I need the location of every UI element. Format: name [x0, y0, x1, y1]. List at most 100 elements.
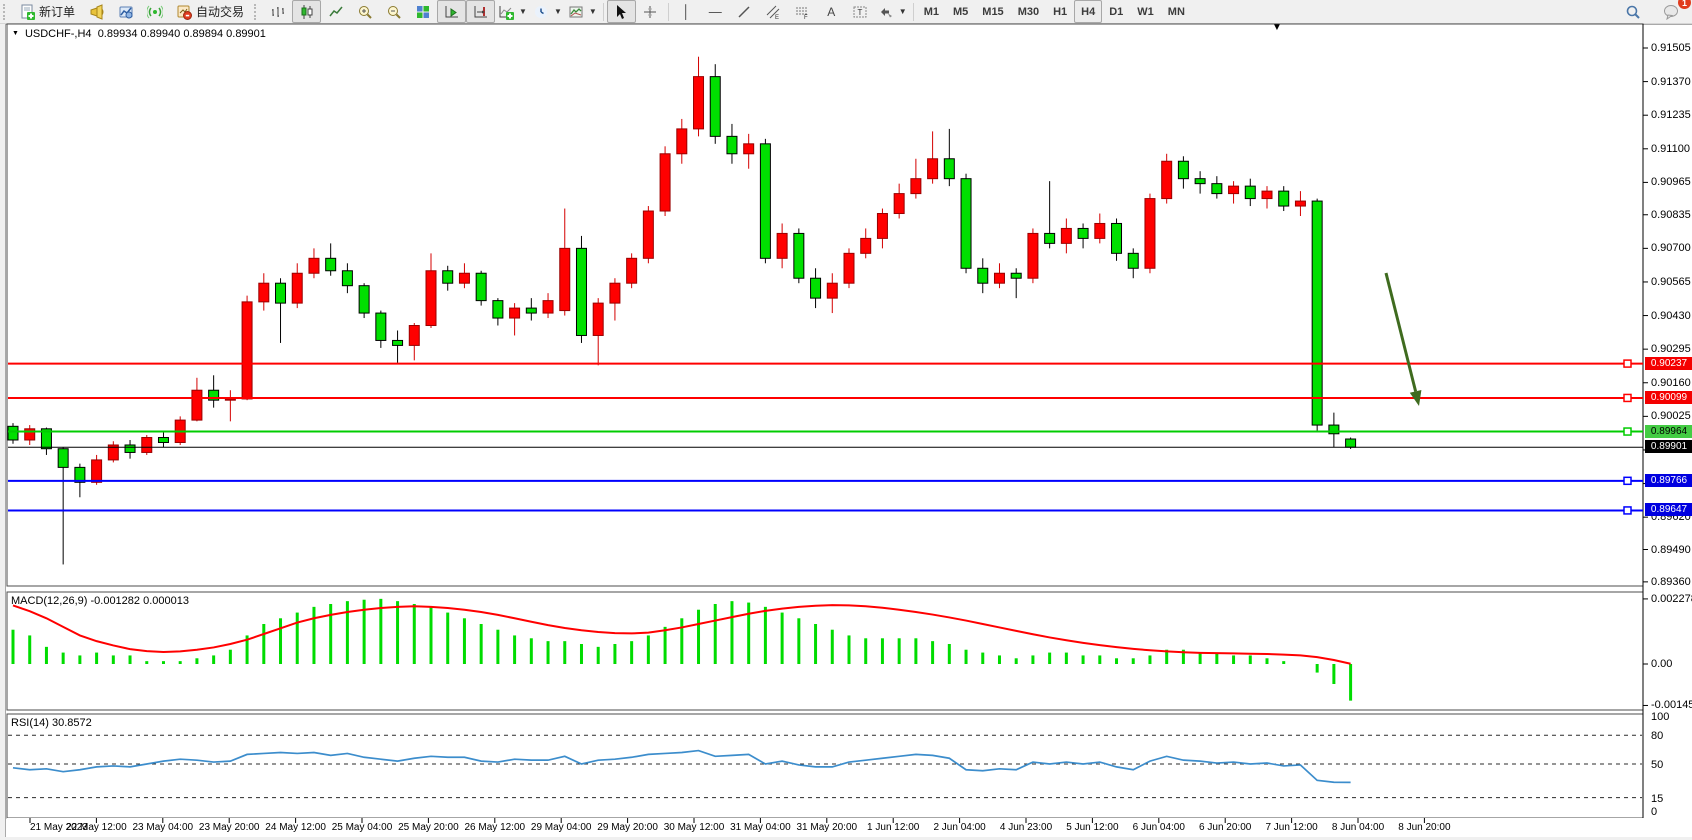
- macd-histogram-bar: [346, 601, 349, 664]
- rsi-axis-label: 0: [1651, 806, 1657, 818]
- candle-body: [1346, 439, 1356, 447]
- macd-main-value: -0.001282: [90, 595, 140, 607]
- macd-histogram-bar: [948, 644, 951, 664]
- macd-histogram-bar: [965, 650, 968, 664]
- time-tick-label: 8 Jun 04:00: [1332, 822, 1384, 833]
- hline-price-tag: 0.89964: [1645, 425, 1692, 438]
- candle-body: [526, 308, 536, 313]
- price-tick-label: 0.91100: [1651, 143, 1690, 155]
- hline-anchor-marker[interactable]: [1624, 428, 1631, 435]
- macd-label-row: MACD(12,26,9) -0.001282 0.000013: [11, 595, 189, 607]
- rsi-title: RSI(14): [11, 717, 49, 729]
- candle-body: [1279, 191, 1289, 206]
- hline-price-tag: 0.90237: [1645, 357, 1692, 370]
- chart-title: ▼ USDCHF-,H4 0.89934 0.89940 0.89894 0.89…: [12, 28, 266, 40]
- macd-histogram-bar: [931, 641, 934, 664]
- candle-body: [560, 248, 570, 310]
- candle-body: [861, 238, 871, 253]
- macd-histogram-bar: [145, 661, 148, 664]
- candle-body: [627, 258, 637, 283]
- symbol-dropdown-icon[interactable]: ▼: [12, 30, 19, 37]
- macd-histogram-bar: [95, 653, 98, 664]
- candle-body: [125, 445, 135, 452]
- macd-title: MACD(12,26,9): [11, 595, 87, 607]
- macd-histogram-bar: [781, 613, 784, 664]
- rsi-label-row: RSI(14) 30.8572: [11, 717, 92, 729]
- candle-body: [493, 301, 503, 318]
- candle-body: [694, 77, 704, 129]
- hline-anchor-marker[interactable]: [1624, 477, 1631, 484]
- hline-price-tag: 0.90099: [1645, 391, 1692, 404]
- candle-body: [1212, 184, 1222, 194]
- candle-body: [994, 273, 1004, 283]
- macd-histogram-bar: [112, 655, 115, 664]
- macd-histogram-bar: [480, 624, 483, 664]
- price-tick-label: 0.91370: [1651, 76, 1691, 88]
- candle-body: [58, 449, 68, 468]
- macd-histogram-bar: [547, 641, 550, 664]
- hline-anchor-marker[interactable]: [1624, 507, 1631, 514]
- hline-price-tag: 0.89766: [1645, 474, 1692, 487]
- candle-body: [242, 302, 252, 399]
- price-tick-label: 0.90965: [1651, 176, 1691, 188]
- price-tick-label: 0.91235: [1651, 109, 1691, 121]
- mt4-window: 新订单 自动交易: [0, 0, 1692, 840]
- macd-histogram-bar: [1215, 653, 1218, 664]
- candle-body: [393, 340, 403, 345]
- macd-histogram-bar: [1332, 664, 1335, 684]
- ohlc-values: 0.89934 0.89940 0.89894 0.89901: [98, 28, 266, 40]
- candle-body: [844, 253, 854, 283]
- rsi-value: 30.8572: [52, 717, 92, 729]
- time-tick-label: 23 May 04:00: [132, 822, 193, 833]
- time-tick-label: 5 Jun 12:00: [1066, 822, 1118, 833]
- chart-graphics: [0, 0, 1692, 840]
- macd-histogram-bar: [914, 638, 917, 664]
- macd-axis-label: -0.001451: [1651, 699, 1692, 711]
- candle-body: [409, 326, 419, 346]
- candle-body: [25, 429, 35, 440]
- candle-body: [309, 258, 319, 273]
- macd-histogram-bar: [747, 603, 750, 664]
- rsi-axis-label: 80: [1651, 730, 1663, 742]
- candle-body: [760, 144, 770, 258]
- macd-histogram-bar: [162, 661, 165, 664]
- macd-histogram-bar: [597, 647, 600, 664]
- macd-histogram-bar: [62, 653, 65, 664]
- macd-histogram-bar: [496, 630, 499, 664]
- candle-body: [1312, 201, 1322, 425]
- candle-body: [1262, 191, 1272, 198]
- macd-histogram-bar: [296, 613, 299, 664]
- hline-anchor-marker[interactable]: [1624, 394, 1631, 401]
- macd-histogram-bar: [463, 618, 466, 664]
- candle-body: [276, 283, 286, 303]
- candle-body: [359, 286, 369, 313]
- macd-histogram-bar: [28, 635, 31, 664]
- macd-histogram-bar: [1199, 653, 1202, 664]
- price-tick-label: 0.91505: [1651, 42, 1691, 54]
- macd-histogram-bar: [262, 624, 265, 664]
- rsi-panel-frame: [7, 714, 1643, 818]
- candle-body: [326, 258, 336, 270]
- macd-histogram-bar: [647, 635, 650, 664]
- macd-histogram-bar: [881, 638, 884, 664]
- macd-histogram-bar: [730, 601, 733, 664]
- time-tick-label: 30 May 12:00: [664, 822, 725, 833]
- macd-histogram-bar: [1098, 655, 1101, 664]
- macd-histogram-bar: [613, 644, 616, 664]
- macd-histogram-bar: [697, 610, 700, 664]
- macd-histogram-bar: [1065, 653, 1068, 664]
- macd-histogram-bar: [530, 638, 533, 664]
- symbol-timeframe-label: USDCHF-,H4: [25, 28, 92, 40]
- candle-body: [459, 273, 469, 283]
- candle-body: [1245, 186, 1255, 198]
- macd-histogram-bar: [563, 641, 566, 664]
- price-tick-label: 0.90565: [1651, 276, 1691, 288]
- hline-anchor-marker[interactable]: [1624, 360, 1631, 367]
- candle-body: [777, 233, 787, 258]
- price-tick-label: 0.89490: [1651, 544, 1691, 556]
- candle-body: [8, 426, 18, 440]
- macd-axis-label: 0.00: [1651, 658, 1672, 670]
- candle-body: [1295, 201, 1305, 206]
- time-tick-label: 2 Jun 04:00: [933, 822, 985, 833]
- scroll-to-end-marker[interactable]: ▼: [1272, 22, 1282, 33]
